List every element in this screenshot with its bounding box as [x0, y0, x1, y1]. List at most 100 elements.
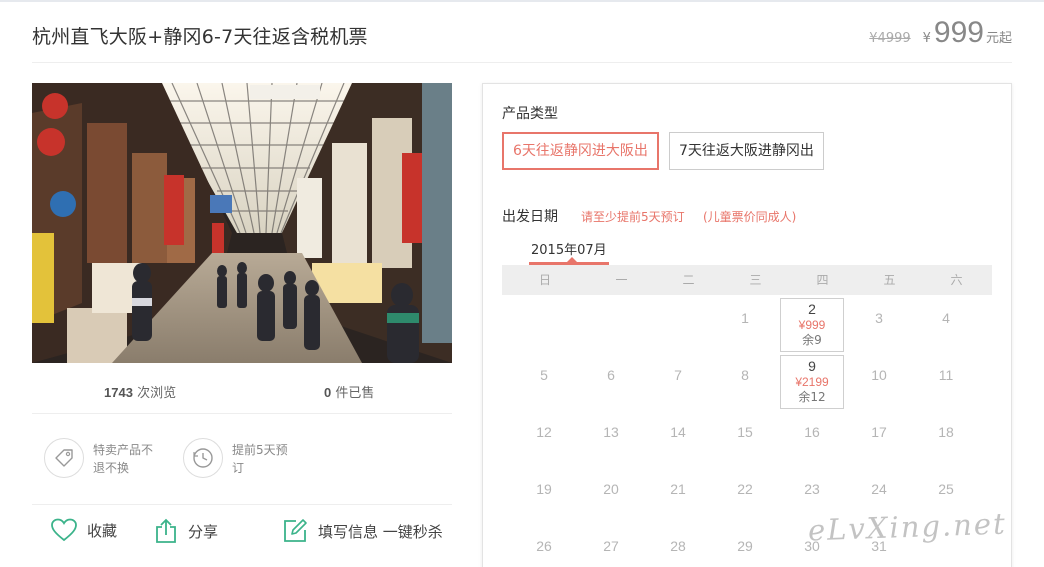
day-number: 11 [938, 367, 954, 383]
day-number: 12 [536, 424, 552, 440]
views-stat: 1743 次浏览 [104, 382, 176, 401]
weekday-label: 日 [538, 273, 551, 287]
price-block: ¥4999 ¥ 999 元起 [869, 16, 1012, 50]
product-title: 杭州直飞大阪+静冈6-7天往返含税机票 [32, 26, 368, 48]
calendar-day: 20 [579, 469, 643, 523]
day-number: 10 [871, 367, 887, 383]
day-stock: 余9 [802, 333, 822, 347]
calendar-day: 10 [847, 355, 911, 409]
product-photo [32, 83, 452, 363]
current-price: 999 [933, 16, 984, 49]
month-tab[interactable]: 2015年07月 [531, 239, 607, 258]
weekday-label: 六 [950, 273, 963, 287]
day-number: 6 [607, 367, 615, 383]
currency-symbol: ¥ [922, 31, 931, 46]
calendar-day: 22 [713, 469, 777, 523]
day-number: 24 [871, 481, 887, 497]
calendar-day: 26 [512, 526, 576, 567]
book-now-button[interactable]: 填写信息 一键秒杀 [282, 518, 443, 544]
product-type-label: 产品类型 [502, 106, 558, 122]
feature-no-refund: 特卖产品不退不换 [44, 438, 159, 478]
share-button[interactable]: 分享 [154, 518, 218, 544]
calendar-day: 16 [780, 412, 844, 466]
day-number: 1 [741, 310, 749, 326]
calendar-day: 11 [914, 355, 978, 409]
day-number: 27 [603, 538, 619, 554]
calendar-day: 29 [713, 526, 777, 567]
favorite-label: 收藏 [87, 521, 118, 540]
calendar-day: 6 [579, 355, 643, 409]
day-number: 18 [938, 424, 954, 440]
day-number: 9 [808, 358, 816, 374]
day-number: 20 [603, 481, 619, 497]
day-number: 28 [670, 538, 686, 554]
departure-date-label: 出发日期 [502, 209, 558, 225]
calendar-day: 1 [713, 298, 777, 352]
calendar-day: 5 [512, 355, 576, 409]
weekday-label: 四 [816, 273, 829, 287]
day-number: 19 [536, 481, 552, 497]
sold-label: 件已售 [335, 386, 375, 401]
book-now-label: 填写信息 一键秒杀 [318, 522, 443, 541]
price-suffix: 元起 [985, 31, 1012, 46]
day-number: 3 [875, 310, 883, 326]
calendar-day-available[interactable]: 9 ¥2199 余12 [780, 355, 844, 409]
booking-panel: 产品类型 6天往返静冈进大阪出 7天往返大阪进静冈出 出发日期 请至少提前5天预… [482, 83, 1012, 567]
day-price: ¥2199 [795, 375, 829, 389]
favorite-button[interactable]: 收藏 [51, 518, 117, 542]
calendar-day: 13 [579, 412, 643, 466]
weekday-label: 二 [682, 273, 695, 287]
share-icon [156, 518, 176, 543]
day-number: 29 [737, 538, 753, 554]
calendar-day: 18 [914, 412, 978, 466]
original-price: ¥4999 [869, 31, 911, 46]
option-7day[interactable]: 7天往返大阪进静冈出 [669, 132, 824, 170]
day-number: 8 [741, 367, 749, 383]
day-number: 26 [536, 538, 552, 554]
views-count: 1743 [104, 385, 133, 400]
day-number: 21 [670, 481, 686, 497]
weekday-label: 一 [615, 273, 628, 287]
calendar-day: 3 [847, 298, 911, 352]
top-border [0, 0, 1044, 2]
advance-booking-note: 请至少提前5天预订 [581, 210, 685, 224]
day-number: 5 [540, 367, 548, 383]
clock-icon [183, 438, 223, 478]
day-stock: 余12 [798, 390, 826, 404]
title-divider [32, 62, 1012, 63]
day-price: ¥999 [798, 318, 826, 332]
day-number: 14 [670, 424, 686, 440]
calendar-day: 28 [646, 526, 710, 567]
feature-text: 特卖产品不退不换 [93, 443, 154, 475]
sold-stat: 0 件已售 [324, 382, 374, 401]
product-stats: 1743 次浏览 0 件已售 [32, 382, 452, 402]
calendar-day: 12 [512, 412, 576, 466]
calendar-day: 4 [914, 298, 978, 352]
day-number: 2 [808, 301, 816, 317]
calendar-day: 19 [512, 469, 576, 523]
feature-advance-booking: 提前5天预订 [183, 438, 298, 478]
child-price-note: (儿童票价同成人) [703, 210, 797, 224]
divider [32, 504, 452, 505]
day-number: 16 [804, 424, 820, 440]
day-number: 7 [674, 367, 682, 383]
option-6day[interactable]: 6天往返静冈进大阪出 [502, 132, 659, 170]
day-number: 15 [737, 424, 753, 440]
day-number: 23 [804, 481, 820, 497]
calendar-day: 27 [579, 526, 643, 567]
day-number: 17 [871, 424, 887, 440]
sold-count: 0 [324, 385, 332, 400]
edit-icon [284, 519, 307, 542]
calendar-day: 21 [646, 469, 710, 523]
day-number: 4 [942, 310, 950, 326]
calendar-day: 17 [847, 412, 911, 466]
feature-text: 提前5天预订 [232, 443, 288, 475]
weekday-header: 日一二三四五六 [502, 265, 992, 295]
price-tag-icon [44, 438, 84, 478]
calendar-day-available[interactable]: 2 ¥999 余9 [780, 298, 844, 352]
share-label: 分享 [188, 522, 219, 541]
calendar-day: 15 [713, 412, 777, 466]
weekday-label: 五 [883, 273, 896, 287]
calendar-day: 14 [646, 412, 710, 466]
views-label: 次浏览 [137, 386, 177, 401]
